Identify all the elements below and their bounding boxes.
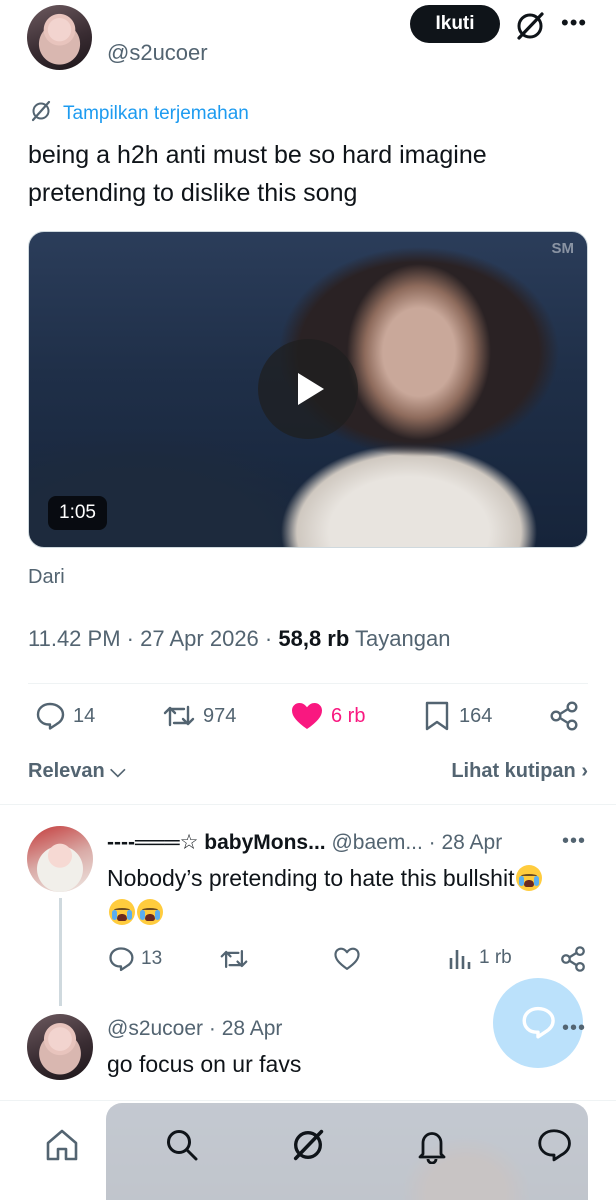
video-watermark: SM xyxy=(551,240,575,257)
more-options-icon[interactable]: ••• xyxy=(561,10,587,36)
tweet-date: 27 Apr 2026 xyxy=(140,626,259,651)
views-count: 58,8 rb xyxy=(278,626,350,651)
author-avatar[interactable] xyxy=(27,5,92,70)
reply-header: @s2ucoer · 28 Apr xyxy=(107,1017,283,1040)
reply-icon xyxy=(109,947,134,972)
reply-date: 28 Apr xyxy=(221,1017,283,1040)
heart-icon xyxy=(334,947,360,970)
share-icon xyxy=(561,946,585,972)
more-options-icon[interactable]: ••• xyxy=(562,1017,586,1040)
retweet-button[interactable]: 974 xyxy=(162,700,236,732)
heart-filled-icon xyxy=(292,703,322,729)
reply-button[interactable]: 14 xyxy=(34,700,95,732)
reply-author-name[interactable]: ----═══☆ babyMons... xyxy=(107,831,326,854)
share-button[interactable] xyxy=(559,945,587,973)
play-button[interactable] xyxy=(258,339,358,439)
chevron-down-icon: ⌵ xyxy=(104,760,126,782)
reply-icon xyxy=(36,702,65,730)
reply-date: 28 Apr xyxy=(441,831,503,854)
share-button[interactable] xyxy=(548,700,580,732)
reply-count: 14 xyxy=(73,704,96,727)
relevance-dropdown[interactable]: Relevan ⌵ xyxy=(28,760,125,783)
like-button[interactable] xyxy=(333,945,361,973)
divider xyxy=(0,1100,616,1101)
reply-button[interactable]: 13 xyxy=(107,945,162,973)
loudly-crying-emoji xyxy=(516,865,543,891)
views-label: Tayangan xyxy=(355,626,451,651)
author-handle[interactable]: @s2ucoer xyxy=(107,40,208,66)
play-icon xyxy=(298,373,324,405)
translate-link[interactable]: Tampilkan terjemahan xyxy=(29,99,249,129)
bookmark-icon xyxy=(425,701,449,731)
messages-icon[interactable] xyxy=(532,1123,576,1167)
reply-count: 13 xyxy=(141,948,163,969)
divider xyxy=(28,683,588,684)
grok-icon[interactable] xyxy=(286,1123,330,1167)
follow-button[interactable]: Ikuti xyxy=(410,5,500,43)
reply-author-handle[interactable]: @s2ucoer xyxy=(107,1017,203,1040)
reply-text: Nobody’s pretending to hate this bullshi… xyxy=(107,861,587,929)
reply-avatar[interactable] xyxy=(27,1014,93,1080)
chevron-right-icon: › xyxy=(575,760,588,782)
grok-icon xyxy=(29,99,53,129)
bookmark-button[interactable]: 164 xyxy=(422,700,492,732)
source-label: Dari xyxy=(28,566,65,588)
share-icon xyxy=(550,701,578,731)
divider xyxy=(0,804,616,805)
search-icon[interactable] xyxy=(160,1123,204,1167)
sort-row: Relevan ⌵ Lihat kutipan › xyxy=(28,760,588,783)
tweet-actions: 14 974 6 rb 164 xyxy=(28,700,588,744)
tweet-meta: 11.42 PM · 27 Apr 2026 · 58,8 rb Tayanga… xyxy=(28,626,451,651)
reply-avatar[interactable] xyxy=(27,826,93,892)
bottom-navigation xyxy=(0,1103,616,1200)
compose-reply-icon xyxy=(522,1006,555,1039)
views-count: 1 rb xyxy=(479,947,512,968)
grok-icon[interactable] xyxy=(513,9,547,43)
retweet-button[interactable] xyxy=(219,945,249,973)
retweet-count: 974 xyxy=(203,704,237,727)
loudly-crying-emoji xyxy=(109,899,135,925)
notifications-icon[interactable] xyxy=(410,1123,454,1167)
like-button[interactable]: 6 rb xyxy=(290,700,365,732)
reply-actions: 13 1 rb xyxy=(107,945,587,981)
reply-header: ----═══☆ babyMons... @baem... · 28 Apr xyxy=(107,831,503,854)
views-button[interactable]: 1 rb xyxy=(447,945,512,971)
video-duration: 1:05 xyxy=(48,496,107,530)
bookmark-count: 164 xyxy=(459,704,493,727)
thread-line xyxy=(59,898,62,1006)
translate-label: Tampilkan terjemahan xyxy=(63,103,249,124)
tweet-time: 11.42 PM xyxy=(28,626,121,651)
like-count: 6 rb xyxy=(331,704,366,727)
video-player[interactable]: SM 1:05 xyxy=(28,231,588,548)
views-chart-icon xyxy=(449,950,471,969)
reply-author-handle[interactable]: @baem... xyxy=(331,831,422,854)
reply-text-content: Nobody’s pretending to hate this bullshi… xyxy=(107,865,515,891)
retweet-icon xyxy=(220,949,248,969)
tweet-text: being a h2h anti must be so hard imagine… xyxy=(28,141,487,207)
view-quotes-link[interactable]: Lihat kutipan › xyxy=(451,760,588,783)
retweet-icon xyxy=(163,705,195,727)
home-icon[interactable] xyxy=(40,1123,84,1167)
more-options-icon[interactable]: ••• xyxy=(562,830,586,853)
reply-text: go focus on ur favs xyxy=(107,1051,302,1077)
loudly-crying-emoji xyxy=(137,899,163,925)
